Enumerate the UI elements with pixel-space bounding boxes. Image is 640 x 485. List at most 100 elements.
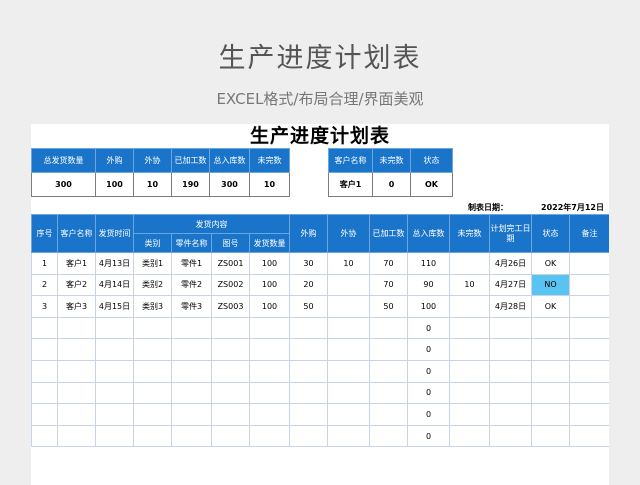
- cell-drawing-no[interactable]: ZS002: [211, 273, 250, 297]
- cell-plan-date[interactable]: 4月26日: [489, 252, 532, 275]
- cell-plan-date[interactable]: [489, 338, 532, 361]
- cell-ship-time[interactable]: 4月14日: [95, 273, 134, 297]
- cell-drawing-no[interactable]: [211, 316, 250, 340]
- cell-plan-date[interactable]: 4月27日: [489, 273, 532, 297]
- cell-unfinished[interactable]: 10: [449, 273, 490, 297]
- cell-seq[interactable]: [31, 338, 58, 361]
- cell-stock-in[interactable]: 0: [407, 381, 450, 405]
- cell-customer[interactable]: 客户1: [57, 252, 96, 275]
- cell-status[interactable]: NO: [531, 273, 570, 297]
- cell-part-name[interactable]: 零件1: [171, 252, 212, 275]
- cell-customer[interactable]: [57, 359, 96, 383]
- cell-unfinished[interactable]: [449, 403, 490, 426]
- cell-status[interactable]: [531, 381, 570, 405]
- cell-category[interactable]: [133, 338, 172, 361]
- cell-part-name[interactable]: [171, 424, 212, 448]
- date-value[interactable]: 2022年7月12日: [541, 202, 604, 213]
- cell-note[interactable]: [569, 316, 609, 340]
- cell-customer[interactable]: 客户3: [57, 295, 96, 318]
- cell-outsource[interactable]: [327, 295, 370, 318]
- cell-plan-date[interactable]: [489, 403, 532, 426]
- cell-part-name[interactable]: 零件3: [171, 295, 212, 318]
- cell-seq[interactable]: [31, 316, 58, 340]
- cell-stock-in[interactable]: 100: [407, 295, 450, 318]
- cell-customer[interactable]: [57, 403, 96, 426]
- summary-value-purchase[interactable]: 100: [95, 172, 134, 197]
- cell-seq[interactable]: 1: [31, 252, 58, 275]
- cell-purchase[interactable]: [289, 381, 328, 405]
- cell-part-name[interactable]: [171, 403, 212, 426]
- cell-status[interactable]: OK: [531, 295, 570, 318]
- cell-customer[interactable]: [57, 338, 96, 361]
- cell-note[interactable]: [569, 273, 609, 297]
- cell-processed[interactable]: [369, 338, 408, 361]
- cell-category[interactable]: [133, 316, 172, 340]
- cell-stock-in[interactable]: 0: [407, 338, 450, 361]
- cell-purchase[interactable]: 30: [289, 252, 328, 275]
- cell-plan-date[interactable]: [489, 424, 532, 448]
- cell-category[interactable]: 类别3: [133, 295, 172, 318]
- cell-ship-qty[interactable]: [249, 403, 290, 426]
- cell-outsource[interactable]: [327, 403, 370, 426]
- cell-note[interactable]: [569, 338, 609, 361]
- cell-outsource[interactable]: [327, 338, 370, 361]
- cell-note[interactable]: [569, 295, 609, 318]
- cell-category[interactable]: [133, 359, 172, 383]
- cell-processed[interactable]: [369, 424, 408, 448]
- cell-status[interactable]: [531, 316, 570, 340]
- cell-stock-in[interactable]: 0: [407, 359, 450, 383]
- cell-purchase[interactable]: [289, 338, 328, 361]
- cell-category[interactable]: [133, 381, 172, 405]
- cell-outsource[interactable]: 10: [327, 252, 370, 275]
- cell-ship-qty[interactable]: 100: [249, 252, 290, 275]
- cell-drawing-no[interactable]: [211, 359, 250, 383]
- cell-stock-in[interactable]: 0: [407, 316, 450, 340]
- cell-note[interactable]: [569, 403, 609, 426]
- cell-ship-time[interactable]: 4月13日: [95, 252, 134, 275]
- cell-processed[interactable]: [369, 403, 408, 426]
- cell-purchase[interactable]: [289, 316, 328, 340]
- cell-part-name[interactable]: [171, 338, 212, 361]
- summary-value-unfinished[interactable]: 10: [249, 172, 290, 197]
- cell-purchase[interactable]: 20: [289, 273, 328, 297]
- cell-note[interactable]: [569, 359, 609, 383]
- cell-plan-date[interactable]: 4月28日: [489, 295, 532, 318]
- cell-plan-date[interactable]: [489, 316, 532, 340]
- cell-outsource[interactable]: [327, 359, 370, 383]
- cell-purchase[interactable]: [289, 403, 328, 426]
- cell-seq[interactable]: [31, 359, 58, 383]
- cell-stock-in[interactable]: 110: [407, 252, 450, 275]
- cell-part-name[interactable]: 零件2: [171, 273, 212, 297]
- cell-ship-qty[interactable]: [249, 316, 290, 340]
- cell-category[interactable]: 类别1: [133, 252, 172, 275]
- cell-drawing-no[interactable]: [211, 403, 250, 426]
- cell-customer[interactable]: [57, 316, 96, 340]
- cell-stock-in[interactable]: 0: [407, 403, 450, 426]
- cell-ship-time[interactable]: [95, 359, 134, 383]
- cell-ship-qty[interactable]: [249, 359, 290, 383]
- cell-seq[interactable]: 2: [31, 273, 58, 297]
- cell-status[interactable]: [531, 403, 570, 426]
- cell-customer[interactable]: [57, 381, 96, 405]
- summary-value-stock-in[interactable]: 300: [209, 172, 250, 197]
- cell-outsource[interactable]: [327, 381, 370, 405]
- cell-ship-qty[interactable]: [249, 424, 290, 448]
- cell-purchase[interactable]: 50: [289, 295, 328, 318]
- cell-note[interactable]: [569, 424, 609, 448]
- cell-ship-time[interactable]: [95, 316, 134, 340]
- cell-processed[interactable]: 50: [369, 295, 408, 318]
- cell-ship-time[interactable]: [95, 338, 134, 361]
- cell-processed[interactable]: 70: [369, 252, 408, 275]
- cell-status[interactable]: [531, 424, 570, 448]
- customer-summary-status[interactable]: OK: [410, 172, 453, 197]
- cell-unfinished[interactable]: [449, 424, 490, 448]
- cell-stock-in[interactable]: 90: [407, 273, 450, 297]
- cell-outsource[interactable]: [327, 273, 370, 297]
- cell-category[interactable]: [133, 403, 172, 426]
- cell-ship-qty[interactable]: [249, 381, 290, 405]
- customer-summary-name[interactable]: 客户1: [328, 172, 373, 197]
- cell-drawing-no[interactable]: [211, 424, 250, 448]
- cell-unfinished[interactable]: [449, 381, 490, 405]
- cell-part-name[interactable]: [171, 316, 212, 340]
- cell-ship-time[interactable]: [95, 424, 134, 448]
